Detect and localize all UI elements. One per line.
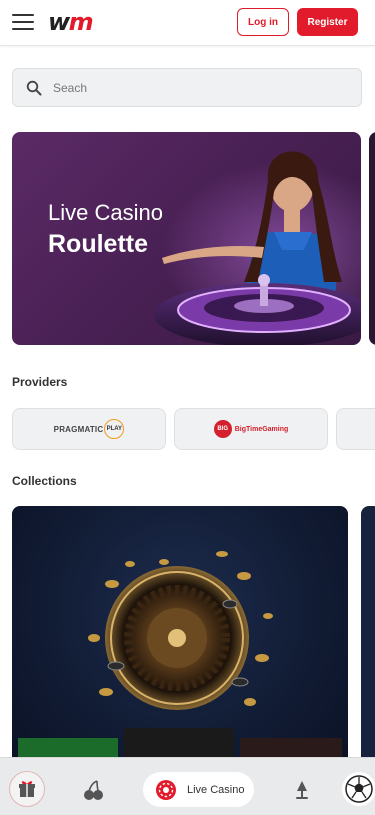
top-header: wm Log in Register bbox=[0, 0, 375, 46]
hero-title-line1: Live Casino bbox=[48, 200, 163, 225]
collection-next-card[interactable] bbox=[361, 506, 375, 766]
hero-next-slide[interactable] bbox=[369, 132, 375, 345]
login-button[interactable]: Log in bbox=[237, 8, 289, 36]
brand-logo[interactable]: wm bbox=[48, 8, 94, 36]
search-bar bbox=[12, 68, 362, 107]
bottom-navigation: Live Casino bbox=[0, 757, 375, 815]
nav-live-casino-label: Live Casino bbox=[187, 783, 245, 796]
provider-big-time-gaming[interactable]: BIG BigTimeGaming bbox=[174, 408, 328, 450]
collections-heading: Collections bbox=[12, 474, 77, 488]
hero-banner[interactable]: Live Casino Roulette bbox=[12, 132, 361, 345]
gift-icon bbox=[19, 781, 35, 797]
soccer-ball-icon bbox=[345, 775, 373, 803]
roulette-illustration bbox=[18, 551, 342, 766]
nav-live-casino[interactable]: Live Casino bbox=[143, 772, 254, 807]
nav-promotions[interactable] bbox=[9, 771, 45, 807]
nav-slots[interactable] bbox=[80, 776, 108, 804]
search-icon bbox=[26, 80, 42, 96]
register-button[interactable]: Register bbox=[297, 8, 358, 36]
provider-badge: BIG bbox=[213, 420, 232, 438]
provider-pragmatic-play[interactable]: PRAGMATIC PLAY bbox=[12, 408, 166, 450]
live-casino-icon bbox=[156, 779, 176, 800]
cherry-icon bbox=[84, 780, 103, 800]
provider-name: PRAGMATIC bbox=[53, 424, 104, 434]
search-input[interactable] bbox=[53, 69, 353, 106]
provider-badge: PLAY bbox=[104, 419, 125, 439]
nav-sports[interactable] bbox=[342, 772, 375, 806]
provider-name: BigTimeGaming bbox=[234, 425, 289, 433]
nav-virtuals[interactable] bbox=[287, 775, 317, 805]
collection-card[interactable] bbox=[12, 506, 348, 766]
hero-title-line2: Roulette bbox=[48, 230, 148, 258]
provider-next[interactable] bbox=[336, 408, 375, 450]
providers-heading: Providers bbox=[12, 375, 68, 389]
lamp-icon bbox=[296, 781, 308, 799]
menu-icon[interactable] bbox=[12, 14, 34, 31]
